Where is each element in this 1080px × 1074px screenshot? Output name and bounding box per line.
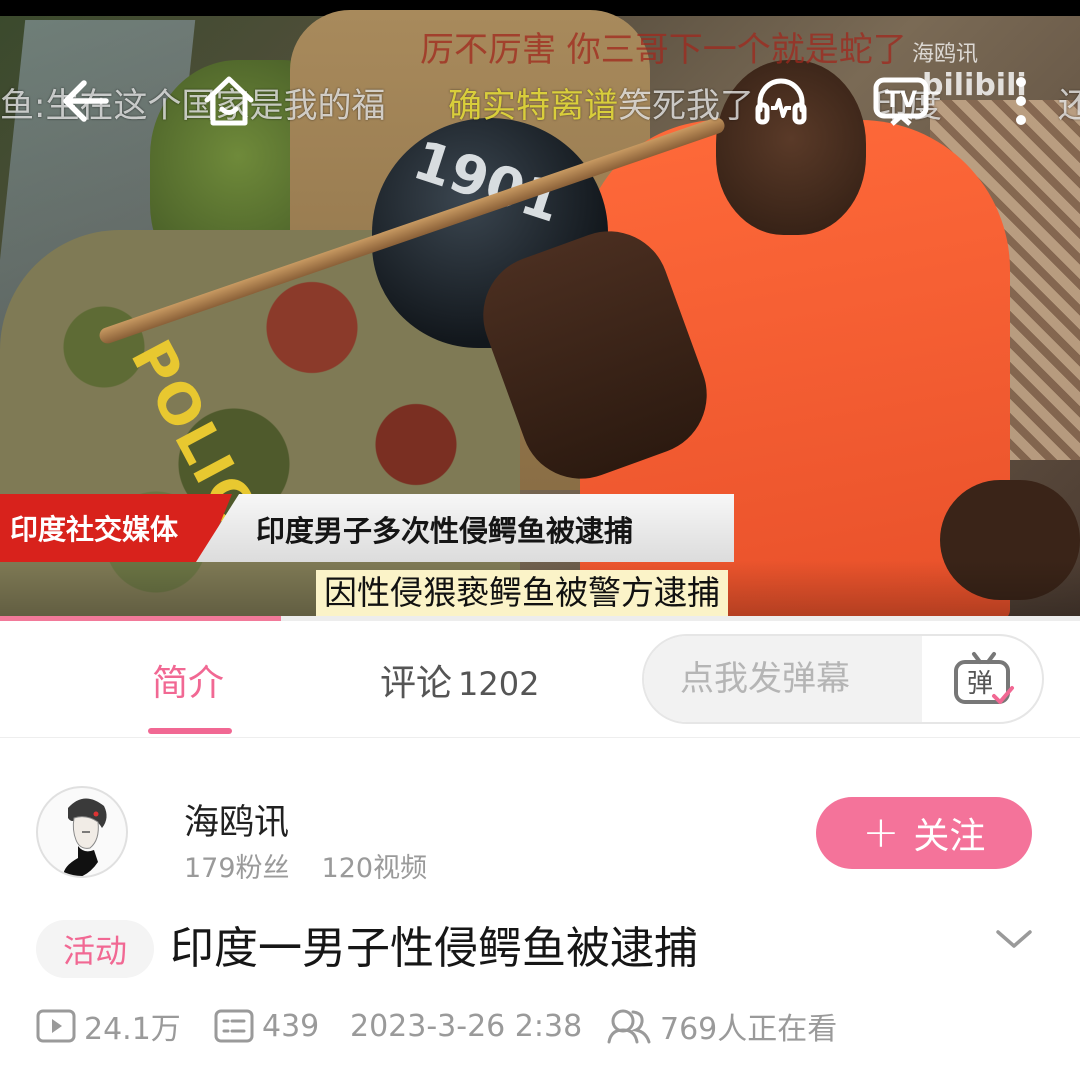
uploader-videos: 120视频 bbox=[321, 853, 428, 884]
detail-tabs: 简介 评论1202 弹 bbox=[0, 622, 1080, 738]
news-source-tag: 印度社交媒体 bbox=[0, 494, 232, 562]
activity-badge[interactable]: 活动 bbox=[36, 920, 154, 978]
danmaku-comment: 厉不厉害 你三哥下一个就是蛇了 bbox=[420, 30, 907, 70]
back-button[interactable] bbox=[54, 70, 116, 132]
danmaku-toggle-button[interactable]: 弹 bbox=[940, 644, 1028, 716]
home-button[interactable] bbox=[198, 70, 260, 132]
danmaku-count-icon bbox=[214, 1009, 254, 1043]
people-watching-icon bbox=[607, 1009, 651, 1044]
view-count-text: 24.1万 bbox=[84, 1012, 181, 1047]
tab-intro[interactable]: 简介 bbox=[152, 654, 224, 706]
uploader-stats: 179粉丝 120视频 bbox=[184, 846, 459, 885]
uploader-name[interactable]: 海鸥讯 bbox=[184, 794, 289, 845]
video-progress-fill bbox=[0, 616, 281, 621]
video-progress-bar[interactable] bbox=[0, 616, 1080, 621]
watching-count: 769人正在看 bbox=[606, 1006, 838, 1047]
publish-date: 2023-3-26 2:38 bbox=[350, 1008, 583, 1044]
more-vertical-icon bbox=[1016, 77, 1026, 125]
audio-mode-button[interactable] bbox=[750, 70, 812, 132]
svg-text:弹: 弹 bbox=[967, 669, 993, 699]
avatar-portrait-icon bbox=[63, 798, 107, 876]
plus-icon: + bbox=[862, 807, 900, 858]
danmaku-count-text: 439 bbox=[262, 1008, 320, 1044]
expand-description-button[interactable] bbox=[994, 920, 1034, 960]
video-player[interactable]: POLICE 1901 厉不厉害 你三哥下一个就是蛇了 鱼:生在这个国家是我的福… bbox=[0, 0, 1080, 621]
chevron-down-icon bbox=[996, 930, 1032, 948]
uploader-avatar[interactable] bbox=[36, 786, 128, 878]
danmaku-send-box: 弹 bbox=[642, 634, 1044, 724]
play-count-icon bbox=[36, 1009, 76, 1043]
news-caption: 因性侵猥亵鳄鱼被警方逮捕 bbox=[316, 570, 728, 616]
danmaku-icon: 弹 bbox=[954, 652, 1014, 704]
news-headline-bar: 印度男子多次性侵鳄鱼被逮捕 bbox=[196, 494, 734, 562]
uploader-fans: 179粉丝 bbox=[184, 853, 290, 884]
tv-cast-icon: TV bbox=[873, 77, 929, 126]
danmaku-input[interactable] bbox=[644, 636, 922, 722]
video-title: 印度一男子性侵鳄鱼被逮捕 bbox=[170, 923, 698, 974]
more-options-button[interactable] bbox=[990, 70, 1052, 132]
home-icon bbox=[204, 76, 254, 126]
headphones-icon bbox=[755, 78, 807, 125]
view-count: 24.1万 bbox=[36, 1006, 181, 1047]
tv-cast-button[interactable]: TV bbox=[870, 70, 932, 132]
follow-button[interactable]: + 关注 bbox=[816, 797, 1032, 869]
tab-comments[interactable]: 评论 1202 bbox=[380, 654, 539, 706]
tab-active-indicator bbox=[148, 728, 232, 734]
tab-comments-label: 评论 bbox=[380, 663, 453, 704]
svg-text:TV: TV bbox=[885, 88, 917, 113]
danmaku-count: 439 bbox=[214, 1006, 319, 1046]
tab-comments-count: 1202 bbox=[458, 665, 540, 703]
watching-count-text: 769人正在看 bbox=[660, 1012, 838, 1047]
follow-label: 关注 bbox=[913, 816, 986, 857]
back-arrow-icon bbox=[63, 80, 109, 122]
